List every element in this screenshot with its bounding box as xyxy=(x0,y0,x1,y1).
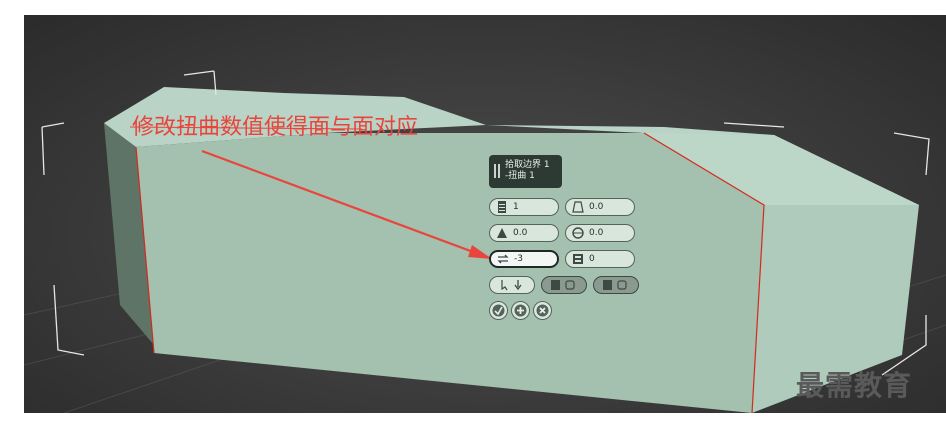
grip-icon[interactable] xyxy=(494,164,500,178)
pick-edge-button[interactable] xyxy=(489,276,535,294)
viewport-perspective[interactable]: 修改扭曲数值使得面与面对应 拾取边界 1 -扭曲 1 1 0.0 0.0 0.0… xyxy=(24,15,946,413)
taper-icon xyxy=(572,201,584,213)
smooth-field[interactable]: 0.0 xyxy=(489,224,559,242)
add-icon xyxy=(514,304,527,317)
bias-field[interactable]: 0.0 xyxy=(565,224,635,242)
relax-field[interactable]: 0 xyxy=(565,250,635,268)
pick-edge2-button[interactable] xyxy=(593,276,639,294)
relax-icon xyxy=(572,253,584,265)
bias-value: 0.0 xyxy=(589,228,604,238)
watermark: 最需教育 xyxy=(796,369,913,402)
relax-value: 0 xyxy=(589,254,595,264)
taper-field[interactable]: 0.0 xyxy=(565,198,635,216)
cancel-button[interactable] xyxy=(533,301,552,320)
twist-field[interactable]: -3 xyxy=(489,250,559,268)
annotation-text: 修改扭曲数值使得面与面对应 xyxy=(132,115,419,140)
bias-icon xyxy=(572,227,584,239)
caddy-title-line2: -扭曲 1 xyxy=(505,171,535,181)
bridge-caddy-panel[interactable]: 拾取边界 1 -扭曲 1 1 0.0 0.0 0.0 -3 0 xyxy=(489,155,649,335)
twist-value: -3 xyxy=(514,254,523,264)
pick-icon xyxy=(501,280,522,291)
segments-field[interactable]: 1 xyxy=(489,198,559,216)
scene-3d[interactable] xyxy=(24,15,946,413)
edge2-icon xyxy=(603,280,627,290)
caddy-title[interactable]: 拾取边界 1 -扭曲 1 xyxy=(489,155,562,188)
pick-edge1-button[interactable] xyxy=(541,276,587,294)
smooth-icon xyxy=(496,227,508,239)
apply-icon xyxy=(492,304,505,317)
segments-icon xyxy=(496,201,508,213)
twist-icon xyxy=(497,253,509,265)
caddy-title-line1: 拾取边界 1 xyxy=(505,160,550,170)
smooth-value: 0.0 xyxy=(513,228,528,238)
segments-value: 1 xyxy=(513,202,519,212)
apply-and-continue-button[interactable] xyxy=(511,301,530,320)
cancel-icon xyxy=(536,304,549,317)
edge1-icon xyxy=(551,280,575,290)
taper-value: 0.0 xyxy=(589,202,604,212)
mesh-front-face xyxy=(136,133,764,413)
ok-button[interactable] xyxy=(489,301,508,320)
